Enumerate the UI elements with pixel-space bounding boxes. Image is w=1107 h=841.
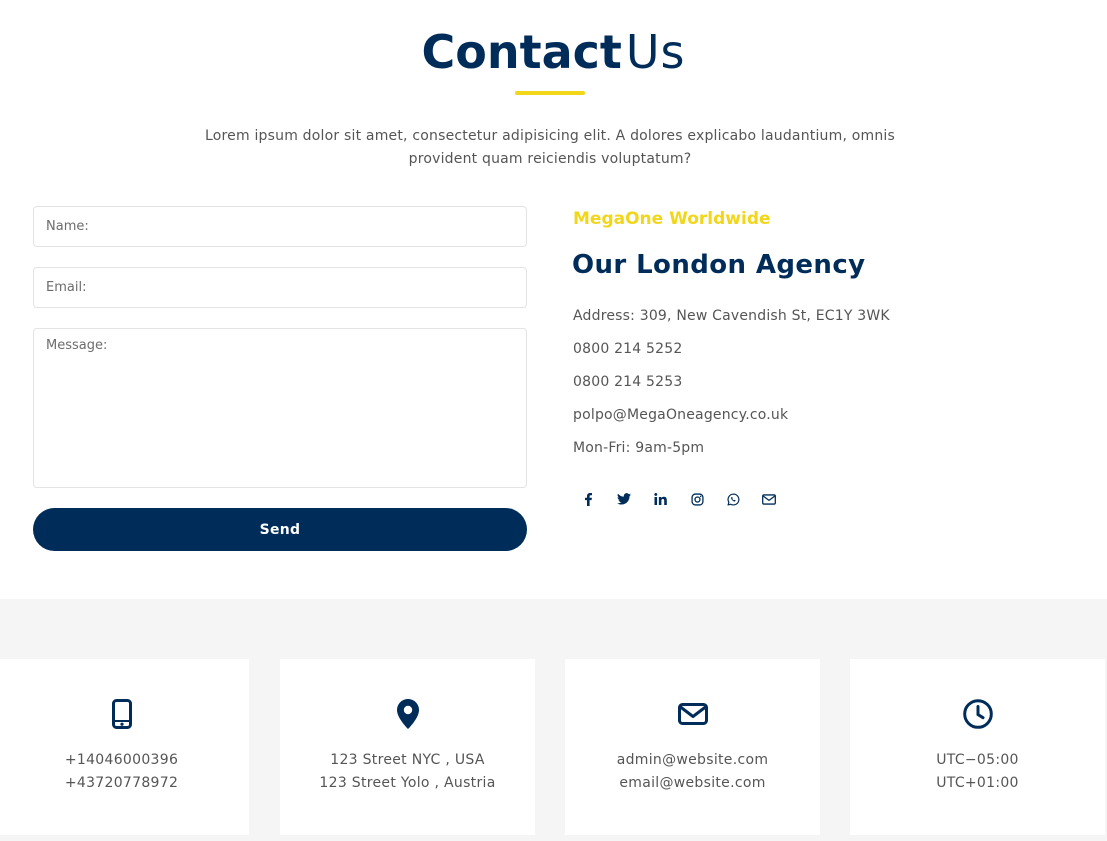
- agency-kicker: MegaOne Worldwide: [573, 209, 771, 229]
- card-line: UTC−05:00: [936, 752, 1019, 768]
- agency-address: Address: 309, New Cavendish St, EC1Y 3WK: [573, 308, 890, 324]
- agency-email: polpo@MegaOneagency.co.uk: [573, 407, 789, 423]
- contact-card-email: admin@website.com email@website.com: [565, 659, 820, 835]
- email-input[interactable]: [33, 267, 527, 308]
- twitter-icon[interactable]: [614, 489, 634, 509]
- facebook-icon[interactable]: [578, 489, 598, 509]
- message-textarea[interactable]: [33, 328, 527, 488]
- card-line: 123 Street NYC , USA: [330, 752, 485, 768]
- title-light-word: Us: [625, 25, 686, 79]
- title-underline: [515, 91, 585, 95]
- envelope-icon[interactable]: [759, 489, 779, 509]
- card-line: email@website.com: [619, 775, 766, 791]
- agency-phone-2: 0800 214 5253: [573, 374, 683, 390]
- instagram-icon[interactable]: [687, 489, 707, 509]
- whatsapp-icon[interactable]: [723, 489, 743, 509]
- card-line: admin@website.com: [616, 752, 769, 768]
- contact-section: ContactUs Lorem ipsum dolor sit amet, co…: [0, 0, 1107, 599]
- agency-phone-1: 0800 214 5252: [573, 341, 683, 357]
- linkedin-icon[interactable]: [650, 489, 670, 509]
- map-marker-icon: [280, 697, 535, 731]
- mobile-phone-icon: [0, 697, 249, 731]
- card-line: 123 Street Yolo , Austria: [319, 775, 496, 791]
- contact-card-location: 123 Street NYC , USA 123 Street Yolo , A…: [280, 659, 535, 835]
- contact-card-phone: +14046000396 +43720778972: [0, 659, 249, 835]
- intro-text: Lorem ipsum dolor sit amet, consectetur …: [204, 128, 896, 167]
- card-line: +43720778972: [64, 775, 179, 791]
- card-line: UTC+01:00: [936, 775, 1019, 791]
- agency-title: Our London Agency: [572, 250, 866, 280]
- name-input[interactable]: [33, 206, 527, 247]
- contact-card-timezone: UTC−05:00 UTC+01:00: [850, 659, 1105, 835]
- envelope-icon: [565, 697, 820, 731]
- card-line: +14046000396: [64, 752, 179, 768]
- title-bold-word: Contact: [421, 25, 622, 79]
- clock-icon: [850, 697, 1105, 731]
- send-button[interactable]: Send: [33, 508, 527, 551]
- page-title: ContactUs: [0, 24, 1107, 80]
- agency-hours: Mon-Fri: 9am-5pm: [573, 440, 705, 456]
